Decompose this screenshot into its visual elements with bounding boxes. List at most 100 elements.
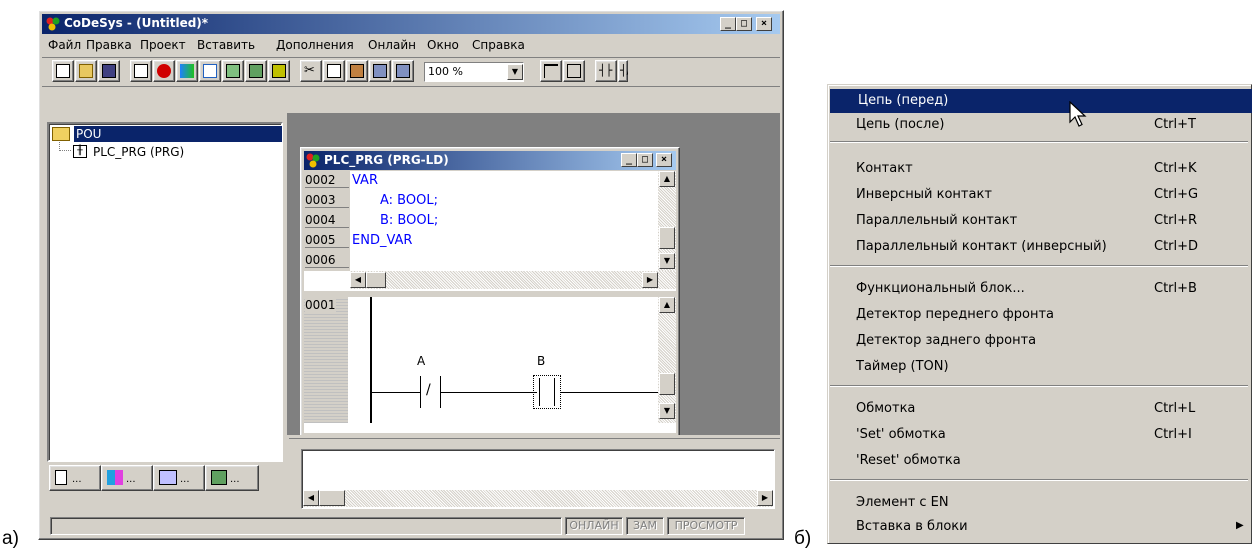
scroll-down-icon[interactable]: ▼: [659, 403, 675, 419]
submenu-arrow-icon: ▶: [1236, 520, 1244, 531]
tab-data-types[interactable]: ...: [101, 465, 153, 491]
insert-network-icon[interactable]: [563, 60, 585, 82]
tree-child-label: PLC_PRG (PRG): [93, 145, 185, 159]
menu-bar: Файл Правка Проект Вставить Дополнения О…: [42, 35, 780, 55]
scroll-up-icon[interactable]: ▲: [659, 171, 675, 187]
stop-icon[interactable]: [153, 60, 175, 82]
menu-insert[interactable]: Вставить: [197, 38, 255, 52]
tab-resources[interactable]: ...: [205, 465, 259, 491]
copy-icon[interactable]: [323, 60, 345, 82]
save-disk-icon[interactable]: [98, 60, 120, 82]
scroll-down-icon[interactable]: ▼: [659, 253, 675, 269]
status-main-pane: [50, 517, 562, 535]
zoom-select[interactable]: 100 % ▼: [424, 62, 524, 82]
maximize-button[interactable]: □: [736, 17, 752, 31]
comment-icon[interactable]: [540, 60, 562, 82]
line-number: 0002: [305, 173, 349, 188]
open-folder-icon[interactable]: [75, 60, 97, 82]
breakpoint-icon[interactable]: [268, 60, 290, 82]
line-number: 0004: [305, 213, 349, 228]
ladder-editor[interactable]: 0001 A / B ▲ ▼: [304, 297, 676, 433]
editor-title-bar[interactable]: PLC_PRG (PRG-LD) _ □ ×: [304, 151, 676, 170]
declaration-hscrollbar[interactable]: ◀ ▶: [350, 271, 676, 289]
tree-line: [59, 142, 71, 151]
menu-item-falling-edge[interactable]: Детектор заднего фронта: [828, 329, 1250, 353]
message-list[interactable]: ◀ ▶: [301, 449, 775, 509]
zoom-value: 100 %: [428, 65, 463, 78]
menu-item-reset-coil[interactable]: 'Reset' обмотка: [828, 449, 1250, 473]
find-icon[interactable]: [369, 60, 391, 82]
scroll-thumb[interactable]: [659, 227, 675, 249]
editor-window: PLC_PRG (PRG-LD) _ □ × 0002 VAR 0003 A: …: [300, 147, 680, 437]
scroll-left-icon[interactable]: ◀: [350, 272, 366, 288]
logout-icon[interactable]: [199, 60, 221, 82]
toolbar: ✂ 100 % ▼ ┤├ ┤/: [42, 57, 780, 87]
tree-root-item[interactable]: POU: [52, 126, 282, 142]
menu-extras[interactable]: Дополнения: [276, 38, 354, 52]
login-icon[interactable]: [176, 60, 198, 82]
cut-icon[interactable]: ✂: [300, 60, 322, 82]
menu-item-parallel-negated-contact[interactable]: Параллельный контакт (инверсный) Ctrl+D: [828, 235, 1250, 259]
menu-online[interactable]: Онлайн: [368, 38, 416, 52]
tree-child-item[interactable]: ╫ PLC_PRG (PRG): [73, 144, 273, 160]
code-line: 0002 VAR: [304, 171, 658, 191]
status-bar: ОНЛАЙН ЗАМ ПРОСМОТР: [42, 515, 780, 537]
menu-window[interactable]: Окно: [427, 38, 459, 52]
menu-item-network-after[interactable]: Цепь (после) Ctrl+T: [828, 113, 1250, 137]
tab-pou[interactable]: ...: [49, 465, 101, 491]
tab-visualizations[interactable]: ...: [153, 465, 205, 491]
editor-close-button[interactable]: ×: [656, 153, 672, 167]
menu-item-function-block[interactable]: Функциональный блок... Ctrl+B: [828, 277, 1250, 301]
menu-file[interactable]: Файл: [48, 38, 81, 52]
negated-contact-icon[interactable]: ┤/: [618, 60, 628, 82]
code-line: 0003 A: BOOL;: [304, 191, 658, 211]
scroll-thumb[interactable]: [659, 373, 675, 395]
code-text: END_VAR: [352, 233, 413, 248]
menu-project[interactable]: Проект: [140, 38, 186, 52]
run-icon[interactable]: [222, 60, 244, 82]
menu-item-set-coil[interactable]: 'Set' обмотка Ctrl+I: [828, 423, 1250, 447]
message-hscrollbar[interactable]: ◀ ▶: [303, 490, 773, 507]
scroll-left-icon[interactable]: ◀: [303, 490, 319, 506]
declaration-editor[interactable]: 0002 VAR 0003 A: BOOL; 0004 B: BOOL; 000…: [304, 171, 676, 291]
ld-pou-icon: ╫: [73, 145, 87, 158]
menu-item-contact[interactable]: Контакт Ctrl+K: [828, 157, 1250, 181]
step-icon[interactable]: [245, 60, 267, 82]
ladder-vscrollbar[interactable]: ▲ ▼: [658, 297, 676, 423]
scroll-right-icon[interactable]: ▶: [757, 490, 773, 506]
menu-help[interactable]: Справка: [472, 38, 525, 52]
new-file-icon[interactable]: [52, 60, 74, 82]
chevron-down-icon[interactable]: ▼: [507, 64, 523, 80]
paste-icon[interactable]: [346, 60, 368, 82]
menu-item-parallel-contact[interactable]: Параллельный контакт Ctrl+R: [828, 209, 1250, 233]
menu-item-timer[interactable]: Таймер (TON): [828, 355, 1250, 379]
scroll-thumb[interactable]: [366, 272, 386, 288]
menu-item-negated-contact[interactable]: Инверсный контакт Ctrl+G: [828, 183, 1250, 207]
declaration-vscrollbar[interactable]: ▲ ▼: [658, 171, 676, 271]
contact-icon[interactable]: ┤├: [595, 60, 617, 82]
editor-minimize-button[interactable]: _: [621, 153, 637, 167]
data-types-icon: [107, 470, 123, 485]
network-number: 0001: [305, 298, 336, 312]
scroll-up-icon[interactable]: ▲: [659, 297, 675, 313]
find-next-icon[interactable]: [392, 60, 414, 82]
menu-item-coil[interactable]: Обмотка Ctrl+L: [828, 397, 1250, 421]
menu-item-element-with-en[interactable]: Элемент с EN: [828, 491, 1250, 515]
compile-icon[interactable]: [130, 60, 152, 82]
message-splitter[interactable]: [289, 435, 780, 439]
minimize-button[interactable]: _: [720, 17, 736, 31]
menu-edit[interactable]: Правка: [86, 38, 132, 52]
menu-item-rising-edge[interactable]: Детектор переднего фронта: [828, 303, 1250, 327]
menu-item-insert-in-blocks[interactable]: Вставка в блоки ▶: [828, 515, 1250, 539]
scroll-right-icon[interactable]: ▶: [642, 272, 658, 288]
editor-maximize-button[interactable]: □: [637, 153, 653, 167]
status-replace: ЗАМ: [626, 517, 664, 535]
menu-separator: [830, 141, 1248, 143]
close-button[interactable]: ×: [756, 17, 772, 31]
contact-b[interactable]: [533, 375, 561, 409]
contact-b-label: B: [537, 354, 546, 368]
line-number: 0003: [305, 193, 349, 208]
menu-item-network-before[interactable]: Цепь (перед): [830, 89, 1252, 113]
scroll-thumb[interactable]: [319, 490, 345, 506]
title-bar[interactable]: CoDeSys - (Untitled)* _ □ ×: [42, 14, 780, 34]
